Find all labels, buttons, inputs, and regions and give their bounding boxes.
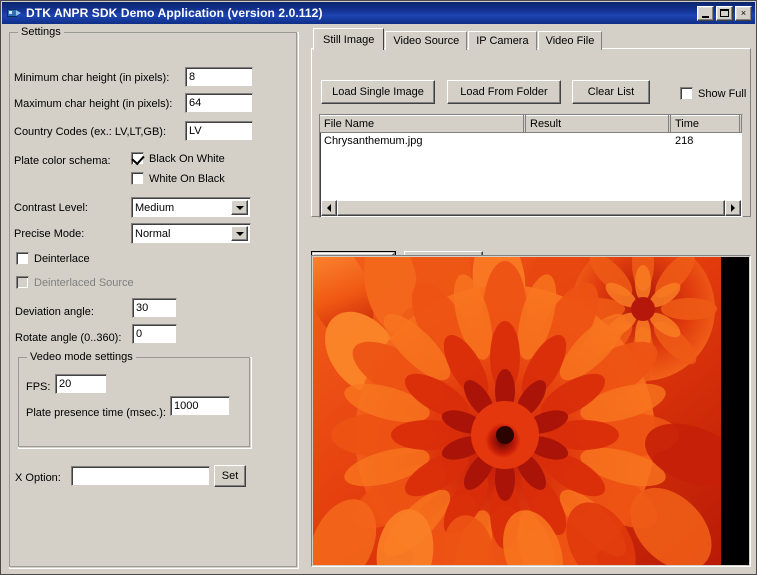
scroll-right-button[interactable] — [725, 200, 741, 216]
set-button[interactable]: Set — [214, 465, 246, 487]
checkbox-box — [16, 276, 29, 289]
checkbox-label: White On Black — [149, 172, 225, 185]
preview-letterbox — [313, 257, 749, 565]
table-row[interactable]: Chrysanthemum.jpg 218 — [320, 133, 742, 148]
checkbox-label: Deinterlaced Source — [34, 276, 134, 289]
country-codes-label: Country Codes (ex.: LV,LT,GB): — [14, 126, 167, 138]
column-header-time[interactable]: Time — [671, 115, 742, 132]
rotate-angle-label: Rotate angle (0..360): — [15, 332, 122, 344]
tab-ip-camera[interactable]: IP Camera — [468, 31, 537, 50]
tab-video-file[interactable]: Video File — [537, 31, 603, 50]
application-window: DTK ANPR SDK Demo Application (version 2… — [0, 0, 757, 575]
minimize-button[interactable] — [697, 5, 714, 21]
fps-input[interactable]: 20 — [55, 374, 107, 394]
settings-group-title: Settings — [18, 26, 64, 38]
list-header: File Name Result Time — [320, 115, 742, 133]
results-list[interactable]: File Name Result Time Chrysanthemum.jpg … — [319, 114, 743, 218]
rotate-angle-input[interactable]: 0 — [132, 324, 177, 344]
checkbox-deinterlace[interactable]: Deinterlace — [16, 252, 90, 265]
button-label: Load Single Image — [332, 86, 424, 98]
load-single-image-button[interactable]: Load Single Image — [321, 80, 435, 104]
main-pane: Still Image Video Source IP Camera Video… — [305, 24, 756, 574]
plate-color-schema-label: Plate color schema: — [14, 155, 111, 167]
tab-label: Video Source — [393, 35, 460, 47]
tab-still-image[interactable]: Still Image — [313, 28, 385, 50]
deviation-angle-label: Deviation angle: — [15, 306, 94, 318]
maximize-button[interactable] — [716, 5, 733, 21]
cell-time: 218 — [675, 134, 694, 147]
precise-mode-label: Precise Mode: — [14, 228, 85, 240]
chevron-down-icon[interactable] — [231, 200, 248, 215]
button-label: Load From Folder — [460, 86, 548, 98]
x-option-label: X Option: — [15, 472, 61, 484]
checkbox-deinterlaced-source: Deinterlaced Source — [16, 276, 134, 289]
checkbox-label: Black On White — [149, 152, 225, 165]
max-char-height-input[interactable]: 64 — [185, 93, 253, 113]
clear-list-button[interactable]: Clear List — [572, 80, 650, 104]
checkbox-box — [131, 172, 144, 185]
plate-presence-time-input[interactable]: 1000 — [170, 396, 230, 416]
checkbox-box — [16, 252, 29, 265]
video-mode-group-title: Vedeo mode settings — [27, 351, 136, 363]
chevron-down-icon[interactable] — [231, 226, 248, 241]
min-char-height-input[interactable]: 8 — [185, 67, 253, 87]
fps-label: FPS: — [26, 381, 51, 393]
checkbox-box — [131, 151, 145, 166]
close-button[interactable]: × — [735, 5, 752, 21]
deviation-angle-input[interactable]: 30 — [132, 298, 177, 318]
checkbox-label: Deinterlace — [34, 252, 90, 265]
checkbox-show-full[interactable]: Show Full — [680, 87, 746, 100]
flower-image — [313, 257, 721, 565]
checkbox-white-on-black[interactable]: White On Black — [131, 172, 225, 185]
checkbox-label: Show Full — [698, 87, 747, 100]
plate-presence-time-label: Plate presence time (msec.): — [26, 407, 166, 419]
tab-strip: Still Image Video Source IP Camera Video… — [313, 28, 603, 50]
precise-mode-select[interactable]: Normal — [131, 223, 251, 244]
settings-pane: Settings Minimum char height (in pixels)… — [2, 24, 305, 574]
camera-icon — [6, 5, 22, 21]
column-header-result[interactable]: Result — [526, 115, 671, 132]
horizontal-scrollbar[interactable] — [321, 200, 741, 216]
tab-label: Still Image — [323, 33, 375, 46]
contrast-level-label: Contrast Level: — [14, 202, 88, 214]
close-icon: × — [740, 7, 747, 18]
scrollbar-track[interactable] — [337, 200, 725, 216]
contrast-level-select[interactable]: Medium — [131, 197, 251, 218]
window-controls: × — [697, 5, 753, 21]
contrast-level-value: Medium — [135, 201, 175, 214]
image-preview-panel — [311, 255, 751, 567]
button-label: Clear List — [587, 86, 635, 98]
tab-video-source[interactable]: Video Source — [385, 31, 468, 50]
precise-mode-value: Normal — [135, 227, 171, 240]
scroll-left-button[interactable] — [321, 200, 337, 216]
tab-label: Video File — [545, 35, 595, 47]
x-option-input[interactable] — [71, 466, 210, 486]
country-codes-input[interactable]: LV — [185, 121, 253, 141]
max-char-height-label: Maximum char height (in pixels): — [14, 98, 173, 110]
load-from-folder-button[interactable]: Load From Folder — [447, 80, 561, 104]
tab-label: IP Camera — [476, 35, 529, 47]
window-title: DTK ANPR SDK Demo Application (version 2… — [26, 6, 323, 20]
min-char-height-label: Minimum char height (in pixels): — [14, 72, 170, 84]
checkbox-box — [680, 87, 693, 100]
checkbox-black-on-white[interactable]: Black On White — [131, 151, 225, 166]
title-bar: DTK ANPR SDK Demo Application (version 2… — [2, 2, 755, 24]
set-button-label: Set — [221, 470, 239, 482]
scrollbar-thumb[interactable] — [337, 200, 725, 216]
column-header-file-name[interactable]: File Name — [320, 115, 526, 132]
cell-file-name: Chrysanthemum.jpg — [324, 134, 423, 147]
chrysanthemum-photo — [313, 257, 721, 565]
